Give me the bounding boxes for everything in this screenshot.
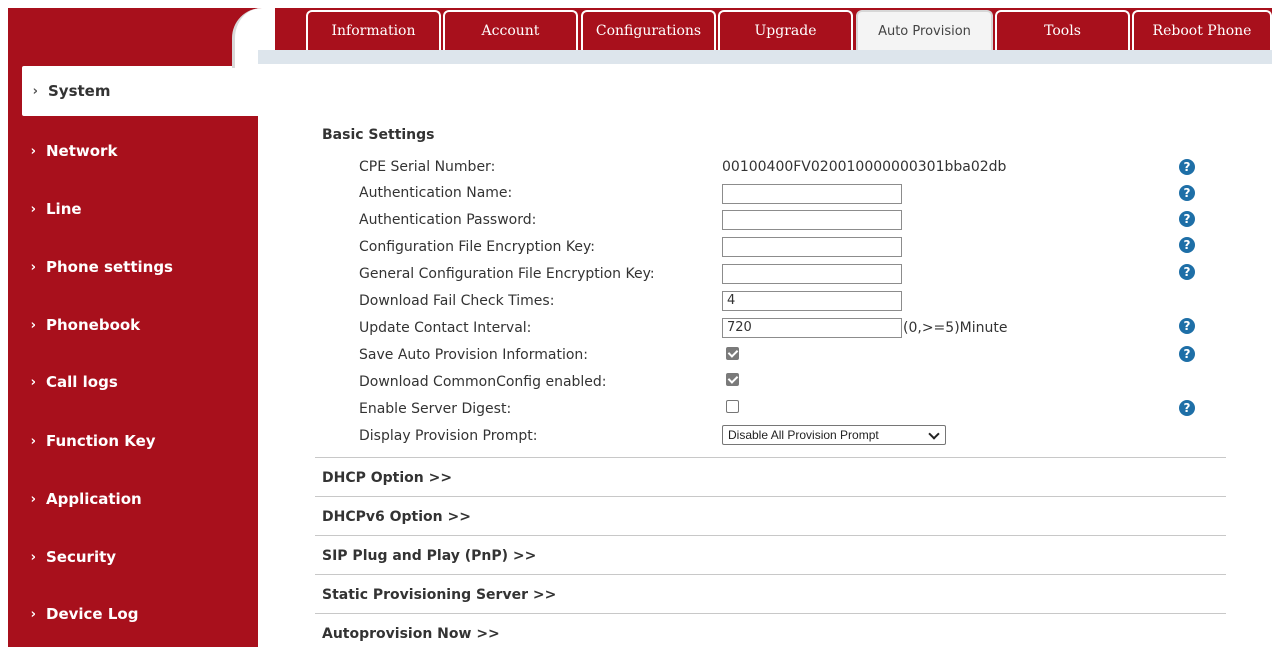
sidebar-item-function-key[interactable]: › Function Key — [8, 416, 258, 466]
sidebar-item-label: Network — [46, 142, 118, 160]
sidebar-item-phonebook[interactable]: › Phonebook — [8, 300, 258, 350]
help-icon[interactable]: ? — [1179, 264, 1195, 280]
save-auto-prov-label: Save Auto Provision Information: — [359, 347, 588, 363]
help-icon[interactable]: ? — [1179, 185, 1195, 201]
sidebar-item-application[interactable]: › Application — [8, 474, 258, 524]
update-interval-input[interactable]: 720 — [722, 318, 902, 338]
help-icon[interactable]: ? — [1179, 159, 1195, 175]
dhcp-option-toggle[interactable]: DHCP Option >> — [322, 470, 452, 486]
help-icon[interactable]: ? — [1179, 211, 1195, 227]
sidebar: › System › Network › Line › Phone settin… — [8, 8, 260, 647]
update-interval-label: Update Contact Interval: — [359, 320, 532, 336]
chevron-right-icon: › — [30, 201, 36, 217]
cfg-enc-key-input[interactable] — [722, 237, 902, 257]
dhcpv6-option-toggle[interactable]: DHCPv6 Option >> — [322, 509, 471, 525]
divider — [315, 613, 1226, 614]
divider — [315, 535, 1226, 536]
gen-cfg-enc-key-label: General Configuration File Encryption Ke… — [359, 266, 655, 282]
tab-account[interactable]: Account — [443, 10, 578, 50]
static-prov-server-toggle[interactable]: Static Provisioning Server >> — [322, 587, 556, 603]
download-fail-input[interactable]: 4 — [722, 291, 902, 311]
divider — [315, 457, 1226, 458]
sidebar-item-label: Application — [46, 490, 142, 508]
sip-pnp-toggle[interactable]: SIP Plug and Play (PnP) >> — [322, 548, 536, 564]
tab-tools[interactable]: Tools — [995, 10, 1130, 50]
download-fail-label: Download Fail Check Times: — [359, 293, 555, 309]
sidebar-item-system[interactable]: › System — [22, 66, 260, 116]
chevron-right-icon: › — [30, 606, 36, 622]
tab-underline — [258, 50, 1272, 64]
help-icon[interactable]: ? — [1179, 318, 1195, 334]
chevron-down-icon — [928, 428, 940, 440]
chevron-right-icon: › — [30, 433, 36, 449]
chevron-right-icon: › — [30, 491, 36, 507]
chevron-right-icon: › — [30, 549, 36, 565]
download-common-label: Download CommonConfig enabled: — [359, 374, 607, 390]
sidebar-item-call-logs[interactable]: › Call logs — [8, 357, 258, 407]
divider — [315, 574, 1226, 575]
chevron-right-icon: › — [30, 374, 36, 390]
basic-settings-title: Basic Settings — [322, 127, 435, 143]
tab-information[interactable]: Information — [306, 10, 441, 50]
chevron-right-icon: › — [30, 259, 36, 275]
auth-password-input[interactable] — [722, 210, 902, 230]
display-prompt-select[interactable]: Disable All Provision Prompt — [722, 425, 946, 445]
help-icon[interactable]: ? — [1179, 346, 1195, 362]
sidebar-item-label: Security — [46, 548, 117, 566]
server-digest-checkbox[interactable] — [726, 400, 739, 413]
sidebar-item-security[interactable]: › Security — [8, 532, 258, 582]
help-icon[interactable]: ? — [1179, 400, 1195, 416]
chevron-right-icon: › — [30, 143, 36, 159]
tab-reboot-phone[interactable]: Reboot Phone — [1132, 10, 1272, 50]
sidebar-item-network[interactable]: › Network — [8, 126, 258, 176]
tab-configurations[interactable]: Configurations — [581, 10, 716, 50]
sidebar-item-label: Call logs — [46, 373, 118, 391]
server-digest-label: Enable Server Digest: — [359, 401, 512, 417]
sidebar-item-phone-settings[interactable]: › Phone settings — [8, 242, 258, 292]
sidebar-item-line[interactable]: › Line — [8, 184, 258, 234]
chevron-right-icon: › — [30, 317, 36, 333]
chevron-right-icon: › — [32, 83, 38, 99]
sidebar-item-label: Line — [46, 200, 82, 218]
autoprovision-now-toggle[interactable]: Autoprovision Now >> — [322, 626, 500, 642]
save-auto-prov-checkbox[interactable] — [726, 347, 739, 360]
display-prompt-label: Display Provision Prompt: — [359, 428, 538, 444]
tab-auto-provision[interactable]: Auto Provision — [856, 10, 993, 50]
download-common-checkbox[interactable] — [726, 373, 739, 386]
sidebar-item-label: Device Log — [46, 605, 139, 623]
cfg-enc-key-label: Configuration File Encryption Key: — [359, 239, 595, 255]
tab-upgrade[interactable]: Upgrade — [718, 10, 853, 50]
sidebar-item-label: System — [48, 82, 111, 100]
sidebar-item-label: Phonebook — [46, 316, 141, 334]
auth-name-input[interactable] — [722, 184, 902, 204]
display-prompt-value: Disable All Provision Prompt — [728, 428, 879, 442]
divider — [315, 496, 1226, 497]
auth-password-label: Authentication Password: — [359, 212, 537, 228]
auth-name-label: Authentication Name: — [359, 185, 513, 201]
sidebar-item-label: Function Key — [46, 432, 156, 450]
sidebar-item-label: Phone settings — [46, 258, 173, 276]
update-interval-unit: (0,>=5)Minute — [903, 320, 1008, 336]
cpe-serial-value: 00100400FV020010000000301bba02db — [722, 159, 1007, 175]
gen-cfg-enc-key-input[interactable] — [722, 264, 902, 284]
help-icon[interactable]: ? — [1179, 237, 1195, 253]
cpe-serial-label: CPE Serial Number: — [359, 159, 496, 175]
sidebar-item-device-log[interactable]: › Device Log — [8, 589, 258, 639]
